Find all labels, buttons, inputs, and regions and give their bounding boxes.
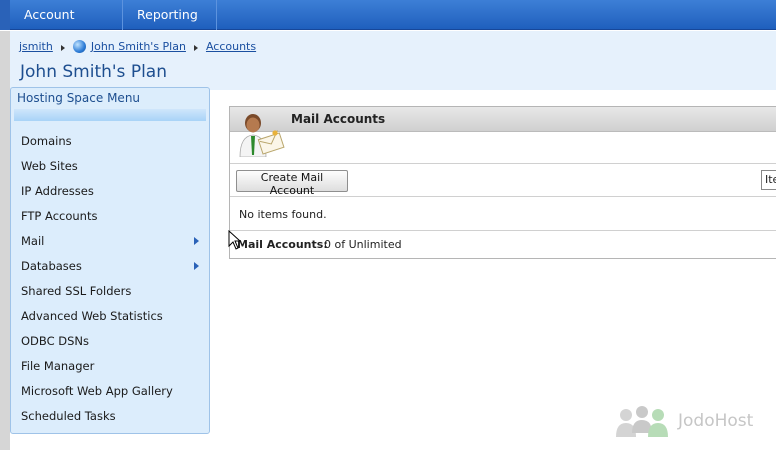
sidebar-item-label: FTP Accounts xyxy=(21,209,98,223)
breadcrumb-arrow-icon xyxy=(193,44,198,51)
sidebar-item-label: Shared SSL Folders xyxy=(21,284,132,298)
mail-user-icon xyxy=(239,114,285,157)
sidebar-item-ftp-accounts[interactable]: FTP Accounts xyxy=(21,207,201,225)
people-logo-icon xyxy=(616,406,668,437)
panel-divider xyxy=(230,163,776,164)
breadcrumb-plan-link[interactable]: John Smith's Plan xyxy=(91,40,186,53)
sidebar-title: Hosting Space Menu xyxy=(17,91,141,105)
watermark-text: JodoHost xyxy=(678,411,754,431)
page-title: John Smith's Plan xyxy=(20,62,167,82)
chevron-right-icon xyxy=(194,237,199,245)
sidebar-item-scheduled-tasks[interactable]: Scheduled Tasks xyxy=(21,407,201,425)
sidebar-item-ip-addresses[interactable]: IP Addresses xyxy=(21,182,201,200)
breadcrumb-accounts-link[interactable]: Accounts xyxy=(206,40,256,53)
sidebar-header-band xyxy=(14,109,206,121)
sidebar-item-label: Domains xyxy=(21,134,72,148)
quota-label: Mail Accounts: xyxy=(237,238,328,251)
sidebar-item-label: Microsoft Web App Gallery xyxy=(21,384,173,398)
top-navigation-bar: Account Home Reporting xyxy=(0,0,776,52)
nav-gutter xyxy=(0,0,10,30)
breadcrumb: jsmith John Smith's Plan Accounts xyxy=(19,40,256,53)
sidebar-item-label: Mail xyxy=(21,234,45,248)
sidebar-item-databases[interactable]: Databases xyxy=(21,257,201,275)
hosting-space-menu: Hosting Space Menu Domains Web Sites IP … xyxy=(10,87,210,434)
chevron-right-icon xyxy=(194,262,199,270)
sidebar-item-label: Databases xyxy=(21,259,82,273)
panel-title: Mail Accounts xyxy=(291,112,386,126)
sidebar-item-label: IP Addresses xyxy=(21,184,94,198)
sidebar-item-file-manager[interactable]: File Manager xyxy=(21,357,201,375)
quota-value: 0 of Unlimited xyxy=(324,238,402,251)
nav-reporting-label: Reporting xyxy=(137,7,198,22)
sidebar-item-odbc-dsns[interactable]: ODBC DSNs xyxy=(21,332,201,350)
sidebar-item-label: Scheduled Tasks xyxy=(21,409,116,423)
search-input[interactable]: Ite xyxy=(761,170,776,190)
breadcrumb-arrow-icon xyxy=(60,44,65,51)
mail-accounts-panel: Mail Accounts Create Mail Account Ite No… xyxy=(229,106,776,259)
sidebar-item-domains[interactable]: Domains xyxy=(21,132,201,150)
watermark: JodoHost xyxy=(614,405,753,437)
sidebar-item-label: File Manager xyxy=(21,359,95,373)
panel-divider xyxy=(230,230,776,231)
globe-icon xyxy=(72,40,86,53)
sidebar-item-advanced-web-statistics[interactable]: Advanced Web Statistics xyxy=(21,307,201,325)
sidebar-item-label: ODBC DSNs xyxy=(21,334,90,348)
nav-account-home[interactable]: Account Home xyxy=(10,0,123,52)
nav-reporting-dropdown[interactable]: Reporting xyxy=(123,0,217,48)
sidebar-item-shared-ssl-folders[interactable]: Shared SSL Folders xyxy=(21,282,201,300)
sidebar-item-label: Web Sites xyxy=(21,159,78,173)
empty-message: No items found. xyxy=(239,208,327,221)
sidebar-item-web-sites[interactable]: Web Sites xyxy=(21,157,201,175)
left-gutter xyxy=(0,31,10,450)
breadcrumb-user-link[interactable]: jsmith xyxy=(19,40,53,53)
mouse-cursor-icon xyxy=(228,230,242,250)
sidebar-item-web-app-gallery[interactable]: Microsoft Web App Gallery xyxy=(21,382,201,400)
sidebar-item-label: Advanced Web Statistics xyxy=(21,309,163,323)
create-mail-account-button[interactable]: Create Mail Account xyxy=(236,170,348,197)
sidebar-item-mail[interactable]: Mail xyxy=(21,232,201,250)
panel-divider xyxy=(230,196,776,197)
